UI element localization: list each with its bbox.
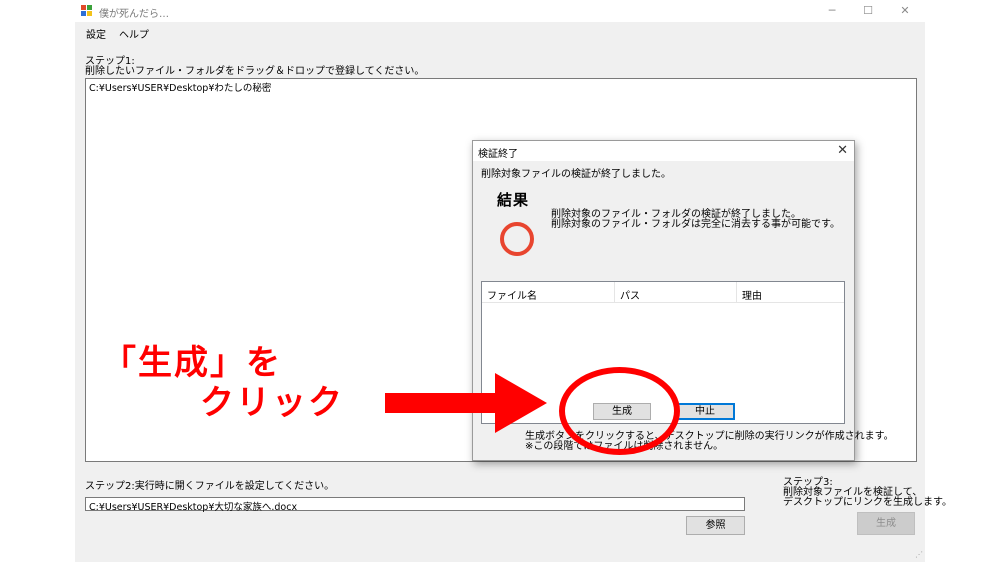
list-item[interactable]: C:¥Users¥USER¥Desktop¥わたしの秘密 — [89, 80, 271, 94]
window-title: 僕が死んだら… — [99, 9, 169, 20]
menu-settings[interactable]: 設定 — [86, 26, 106, 41]
step1-instruction: 削除したいファイル・フォルダをドラッグ＆ドロップで登録してください。 — [85, 66, 425, 77]
annotation-arrow — [385, 373, 547, 433]
maximize-icon[interactable]: ☐ — [855, 3, 881, 19]
column-filename[interactable]: ファイル名 — [487, 287, 537, 302]
column-reason[interactable]: 理由 — [742, 287, 762, 302]
browse-button[interactable]: 参照 — [686, 516, 745, 535]
step3-description-2: デスクトップにリンクを生成します。 — [783, 497, 952, 508]
annotation-highlight-ellipse — [559, 367, 680, 455]
result-heading: 結果 — [497, 191, 530, 209]
open-file-path-value: C:¥Users¥USER¥Desktop¥大切な家族へ.docx — [89, 502, 298, 513]
column-path[interactable]: パス — [620, 287, 640, 302]
annotation-text-line-2: クリック — [200, 383, 344, 423]
dialog-cancel-button[interactable]: 中止 — [675, 403, 735, 420]
dialog-title-bar[interactable]: 検証終了 ✕ — [473, 141, 854, 161]
menu-bar: 設定 ヘルプ — [75, 22, 925, 42]
result-line-2: 削除対象のファイル・フォルダは完全に消去する事が可能です。 — [551, 219, 840, 230]
menu-help[interactable]: ヘルプ — [119, 26, 149, 41]
dialog-close-icon[interactable]: ✕ — [837, 143, 848, 158]
title-bar[interactable]: 僕が死んだら… ─ ☐ ✕ — [75, 0, 925, 22]
status-bar: ⋰ — [75, 545, 925, 562]
result-ok-icon — [500, 222, 534, 256]
minimize-icon[interactable]: ─ — [819, 3, 845, 19]
step2-label: ステップ2:実行時に開くファイルを設定してください。 — [85, 481, 335, 492]
result-list-header: ファイル名 パス 理由 — [482, 282, 844, 303]
dialog-message: 削除対象ファイルの検証が終了しました。 — [481, 169, 671, 180]
resize-grip-icon[interactable]: ⋰ — [915, 550, 923, 559]
annotation-text-line-1: 「生成」を — [102, 343, 282, 383]
open-file-path-input[interactable]: C:¥Users¥USER¥Desktop¥大切な家族へ.docx — [85, 497, 745, 513]
close-icon[interactable]: ✕ — [892, 3, 918, 19]
generate-button[interactable]: 生成 — [857, 512, 915, 535]
app-icon — [81, 5, 93, 16]
dialog-title: 検証終了 — [478, 149, 518, 160]
